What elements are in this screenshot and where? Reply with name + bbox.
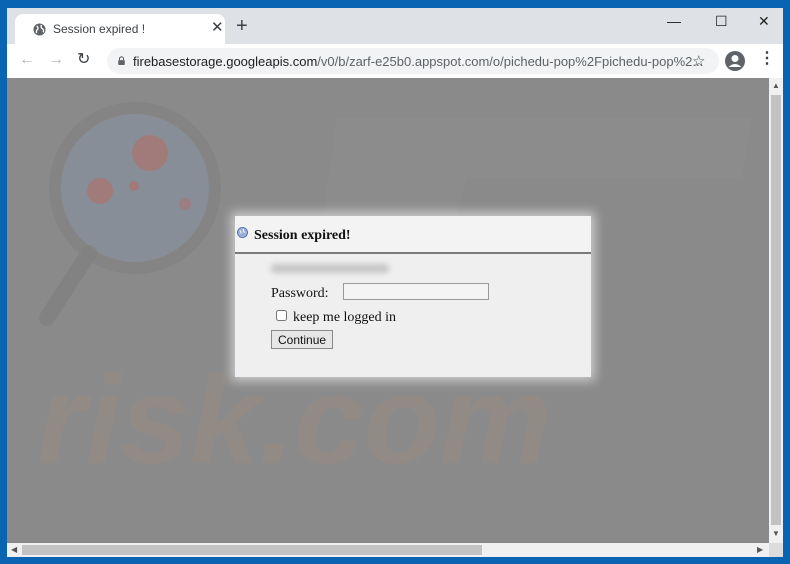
password-input[interactable] (343, 283, 489, 300)
close-window-button[interactable]: ✕ (758, 14, 770, 28)
address-bar[interactable]: firebasestorage.googleapis.com/v0/b/zarf… (107, 48, 719, 74)
new-tab-button[interactable]: + (236, 16, 248, 36)
reload-button[interactable]: ↻ (77, 52, 90, 68)
url-host: firebasestorage.googleapis.com (133, 54, 318, 69)
maximize-button[interactable]: ☐ (715, 14, 728, 28)
tab-strip: Session expired ! ✕ + — ☐ ✕ (7, 8, 783, 44)
tab-session-expired[interactable]: Session expired ! ✕ (15, 14, 225, 44)
browser-window: Session expired ! ✕ + — ☐ ✕ ← → ↻ fireba… (7, 8, 783, 557)
horizontal-scroll-thumb[interactable] (22, 545, 482, 555)
dialog-header: Session expired! (235, 216, 591, 254)
bookmark-star-icon[interactable]: ☆ (692, 52, 705, 70)
scrollbar-corner (769, 543, 783, 557)
vertical-scroll-thumb[interactable] (771, 95, 781, 525)
keep-logged-in-label[interactable]: keep me logged in (293, 310, 396, 326)
tab-close-icon[interactable]: ✕ (211, 20, 224, 35)
scroll-right-arrow-icon[interactable]: ▶ (757, 546, 763, 554)
globe-icon (237, 227, 248, 238)
browser-toolbar: ← → ↻ firebasestorage.googleapis.com/v0/… (7, 44, 783, 78)
minimize-button[interactable]: — (667, 14, 681, 28)
horizontal-scrollbar[interactable]: ◀ ▶ (7, 543, 769, 557)
dialog-title: Session expired! (254, 228, 351, 243)
session-expired-dialog: Session expired! Password: keep me logge… (235, 216, 591, 377)
scroll-down-arrow-icon[interactable]: ▼ (772, 530, 780, 538)
password-label: Password: (271, 286, 329, 301)
scroll-up-arrow-icon[interactable]: ▲ (772, 82, 780, 90)
keep-logged-in-checkbox[interactable] (276, 310, 287, 321)
url-text: firebasestorage.googleapis.com/v0/b/zarf… (133, 54, 703, 69)
lock-icon (118, 56, 125, 65)
forward-button[interactable]: → (48, 52, 64, 68)
page-viewport: risk.com Session expired! Password: keep… (7, 78, 769, 543)
continue-button[interactable]: Continue (271, 330, 334, 349)
tab-title: Session expired ! (53, 22, 146, 36)
profile-avatar-icon[interactable] (724, 50, 746, 72)
scroll-left-arrow-icon[interactable]: ◀ (11, 546, 17, 554)
blurred-email (271, 264, 389, 273)
globe-icon (33, 23, 46, 36)
back-button[interactable]: ← (19, 52, 35, 68)
url-path: /v0/b/zarf-e25b0.appspot.com/o/pichedu-p… (317, 54, 704, 69)
magnifier-watermark-icon (39, 102, 221, 326)
vertical-scrollbar[interactable]: ▲ ▼ (769, 78, 783, 543)
menu-kebab-icon[interactable]: ⋮ (759, 51, 775, 67)
